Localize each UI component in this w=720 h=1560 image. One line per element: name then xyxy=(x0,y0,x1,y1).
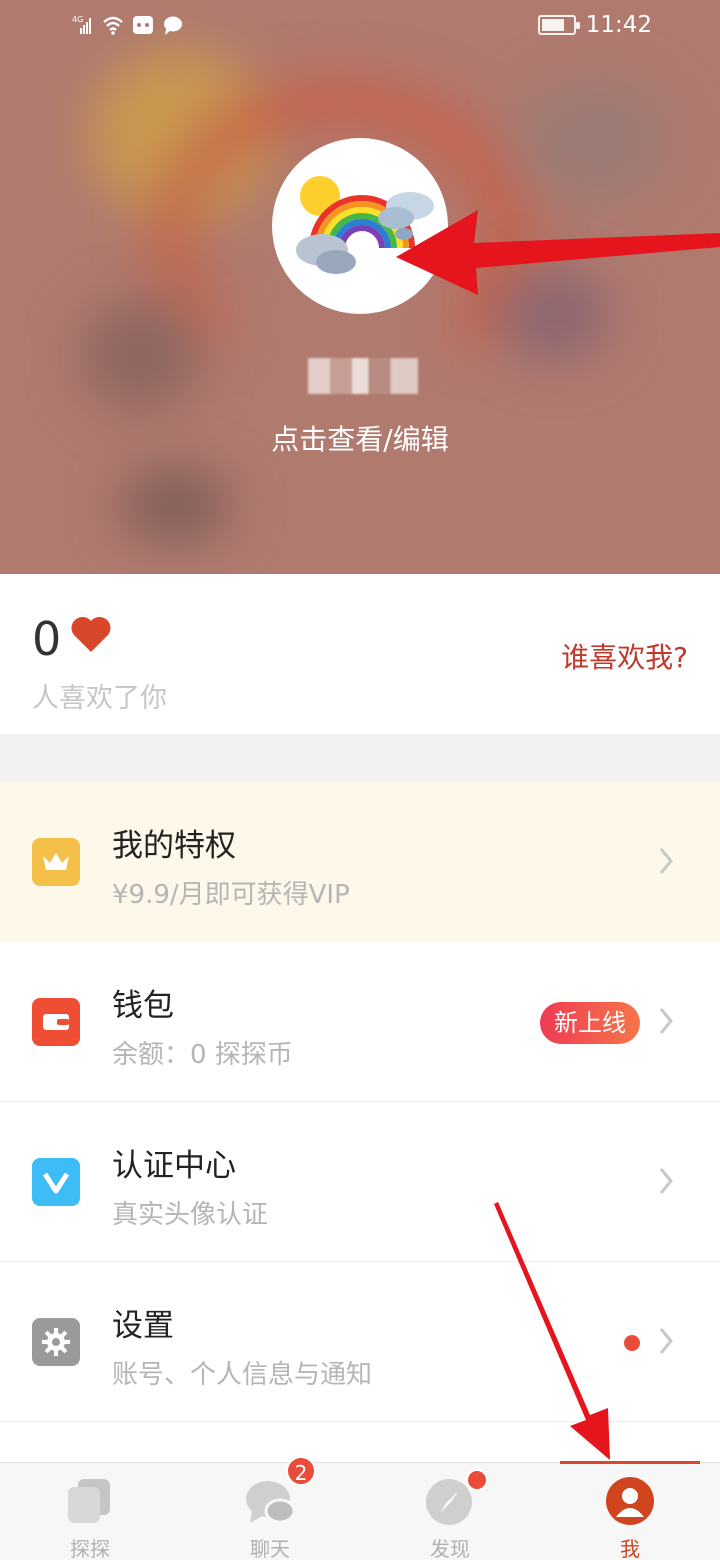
background-blur xyxy=(120,470,230,540)
tab-chat[interactable]: 2 聊天 xyxy=(180,1456,360,1560)
likes-section: 0 人喜欢了你 谁喜欢我? xyxy=(0,574,720,734)
wallet-icon xyxy=(32,998,80,1046)
chat-icon xyxy=(246,1481,296,1524)
status-bar: 4G 11:42 xyxy=(0,0,720,56)
active-tab-indicator xyxy=(560,1461,700,1464)
bottom-tab-bar: 探探 2 聊天 发现 我 xyxy=(0,1456,720,1560)
privilege-title: 我的特权 xyxy=(112,828,236,864)
settings-subtitle: 账号、个人信息与通知 xyxy=(112,1360,373,1390)
privilege-subtitle: ¥9.9/月即可获得VIP xyxy=(112,880,350,910)
avatar[interactable] xyxy=(272,138,448,314)
tab-label: 聊天 xyxy=(250,1537,290,1560)
settings-menu-item[interactable]: 设置 账号、个人信息与通知 xyxy=(0,1262,720,1422)
background-blur xyxy=(500,270,610,360)
tab-explore[interactable]: 探探 xyxy=(0,1463,180,1560)
heart-icon xyxy=(71,616,111,652)
privilege-menu-item[interactable]: 我的特权 ¥9.9/月即可获得VIP xyxy=(0,782,720,942)
new-badge: 新上线 xyxy=(540,1002,640,1044)
who-likes-me-link[interactable]: 谁喜欢我? xyxy=(561,636,688,676)
status-time: 11:42 xyxy=(585,12,652,38)
tab-me[interactable]: 我 xyxy=(540,1463,720,1560)
tab-label: 探探 xyxy=(70,1537,110,1560)
network-type: 4G xyxy=(72,15,83,24)
likes-count: 0 xyxy=(32,612,62,666)
verification-subtitle: 真实头像认证 xyxy=(112,1200,269,1230)
message-notification-icon xyxy=(164,16,182,35)
wifi-icon xyxy=(103,16,123,35)
verification-title: 认证中心 xyxy=(112,1148,236,1184)
signal-icon: 4G xyxy=(72,15,91,34)
gear-icon xyxy=(32,1318,80,1366)
view-edit-link[interactable]: 点击查看/编辑 xyxy=(0,418,720,458)
tab-label: 发现 xyxy=(430,1537,470,1560)
tab-discover[interactable]: 发现 xyxy=(360,1463,540,1560)
chevron-right-icon xyxy=(659,1328,673,1354)
notification-dot xyxy=(624,1335,640,1351)
notification-dot xyxy=(466,1469,488,1491)
rainbow-avatar-image xyxy=(296,176,434,274)
chevron-right-icon xyxy=(659,1168,673,1194)
verify-v-icon xyxy=(32,1158,80,1206)
menu-spacer xyxy=(0,1422,720,1462)
profile-icon xyxy=(606,1477,654,1525)
profile-header: 4G 11:42 点击查看/编辑 xyxy=(0,0,720,574)
likes-label: 人喜欢了你 xyxy=(32,683,167,714)
battery-icon xyxy=(537,15,580,35)
crown-icon xyxy=(32,838,80,886)
cards-icon xyxy=(68,1479,110,1523)
background-blur xyxy=(80,300,200,410)
wallet-balance: 余额：0 探探币 xyxy=(112,1040,293,1070)
settings-title: 设置 xyxy=(112,1308,174,1344)
tab-label: 我 xyxy=(620,1537,640,1560)
unread-badge: 2 xyxy=(286,1456,316,1486)
chevron-right-icon xyxy=(659,1008,673,1034)
nickname-pixelated xyxy=(308,358,418,394)
chevron-right-icon xyxy=(659,848,673,874)
verification-menu-item[interactable]: 认证中心 真实头像认证 xyxy=(0,1102,720,1262)
app-notification-icon xyxy=(133,16,153,34)
wallet-menu-item[interactable]: 钱包 余额：0 探探币 新上线 xyxy=(0,942,720,1102)
wallet-title: 钱包 xyxy=(112,988,174,1024)
background-blur xyxy=(520,80,670,200)
